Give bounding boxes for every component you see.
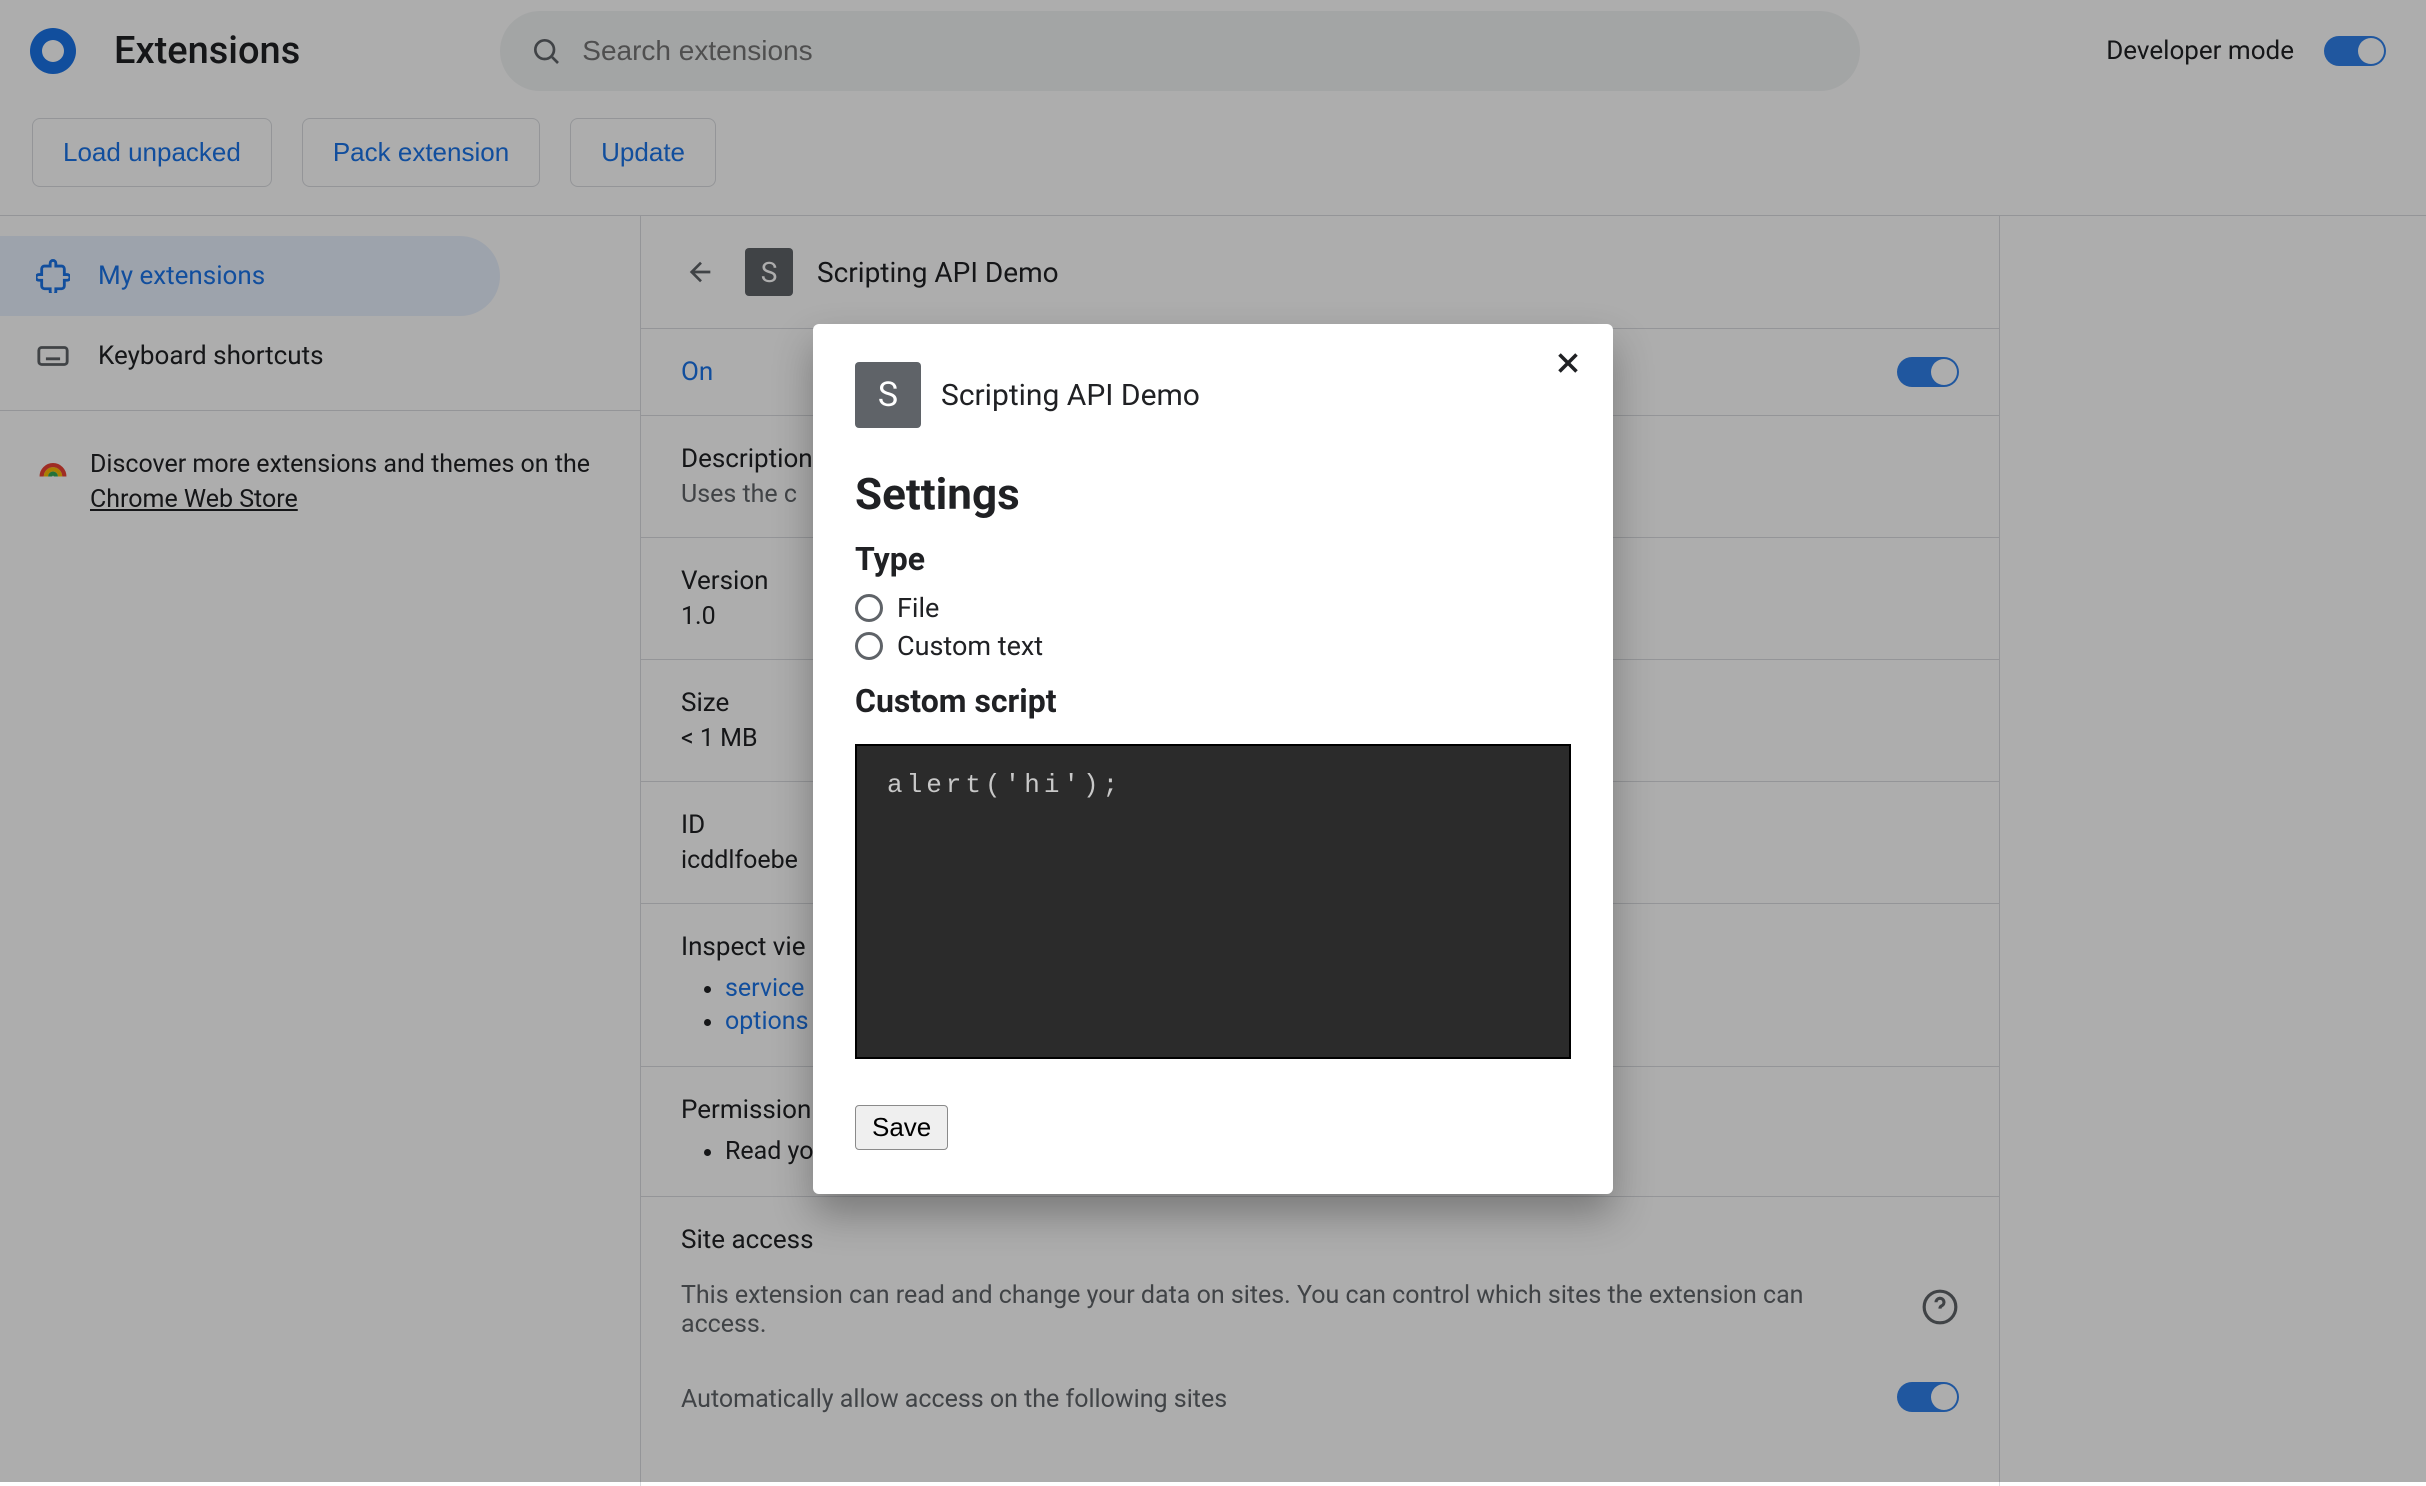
settings-heading: Settings [855, 468, 1571, 520]
radio-label: File [897, 592, 939, 624]
radio-label: Custom text [897, 630, 1043, 662]
modal-overlay: S Scripting API Demo Settings Type File … [0, 0, 2426, 1482]
radio-icon [855, 632, 883, 660]
radio-icon [855, 594, 883, 622]
dialog-header: S Scripting API Demo [855, 362, 1571, 428]
settings-dialog: S Scripting API Demo Settings Type File … [813, 324, 1613, 1194]
close-icon[interactable] [1551, 346, 1585, 380]
custom-script-textarea[interactable] [855, 744, 1571, 1059]
radio-row-custom-text[interactable]: Custom text [855, 630, 1571, 662]
dialog-title: Scripting API Demo [941, 378, 1200, 413]
type-heading: Type [855, 540, 1571, 578]
save-button[interactable]: Save [855, 1105, 948, 1150]
dialog-extension-icon: S [855, 362, 921, 428]
dialog-icon-letter: S [878, 375, 898, 415]
radio-row-file[interactable]: File [855, 592, 1571, 624]
custom-script-heading: Custom script [855, 682, 1571, 720]
